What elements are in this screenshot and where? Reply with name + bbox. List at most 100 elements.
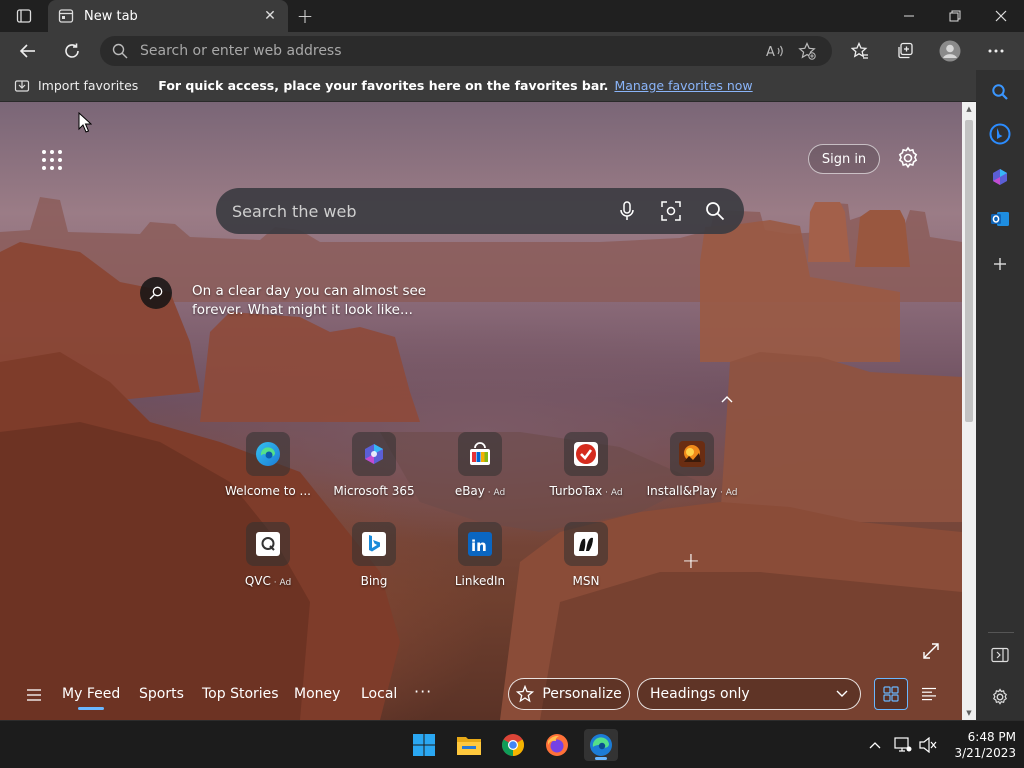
- scrollbar-thumb[interactable]: [965, 120, 973, 422]
- firefox-icon: [546, 734, 568, 756]
- browser-toolbar: Search or enter web address A: [0, 32, 1024, 70]
- clock-time: 6:48 PM: [967, 730, 1016, 744]
- refresh-button[interactable]: [57, 36, 87, 66]
- feed-tab-local[interactable]: Local: [361, 686, 397, 702]
- refresh-icon: [65, 43, 79, 58]
- minimize-icon: [904, 15, 914, 17]
- personalize-button[interactable]: Personalize: [508, 678, 630, 710]
- web-search-input[interactable]: Search the web: [232, 202, 596, 221]
- chevron-up-icon: [721, 396, 733, 403]
- clock-date: 3/21/2023: [954, 746, 1016, 760]
- microphone-icon[interactable]: [614, 198, 640, 224]
- close-window-button[interactable]: [978, 0, 1024, 32]
- sign-in-button[interactable]: Sign in: [808, 144, 880, 174]
- ebay-icon: [458, 432, 502, 476]
- hide-sidebar-button[interactable]: [986, 641, 1014, 669]
- feed-menu-button[interactable]: [26, 688, 42, 702]
- volume-button[interactable]: [918, 735, 938, 755]
- windows-start-icon: [413, 734, 435, 756]
- svg-text:in: in: [471, 537, 487, 555]
- search-icon: [992, 84, 1008, 100]
- restore-button[interactable]: [932, 0, 978, 32]
- profile-button[interactable]: [935, 36, 965, 66]
- quick-link-bing[interactable]: Bing: [322, 522, 426, 600]
- msn-icon: [564, 522, 608, 566]
- import-favorites-button[interactable]: Import favorites: [14, 78, 138, 94]
- taskbar-edge[interactable]: [584, 729, 618, 761]
- microsoft-365-icon: [352, 432, 396, 476]
- taskbar-chrome[interactable]: [496, 729, 530, 761]
- content-layout-select[interactable]: Headings only: [637, 678, 861, 710]
- list-view-icon: [922, 687, 936, 701]
- expand-icon: [923, 643, 939, 659]
- taskbar-file-explorer[interactable]: [452, 729, 486, 761]
- add-favorite-icon[interactable]: [794, 38, 820, 64]
- sidebar-bing-chat-button[interactable]: [986, 120, 1014, 148]
- hamburger-icon: [27, 689, 41, 701]
- quick-link-install-play[interactable]: Install&Play · Ad: [640, 432, 744, 510]
- quick-link-label: Install&Play: [646, 484, 718, 498]
- quick-link-microsoft-365[interactable]: Microsoft 365: [322, 432, 426, 510]
- quick-link-qvc[interactable]: QVC · Ad: [216, 522, 320, 600]
- quick-link-label: Welcome to ...: [224, 484, 311, 498]
- web-search-box[interactable]: Search the web: [216, 188, 744, 234]
- chevron-down-icon: [836, 690, 848, 697]
- show-hidden-icons-button[interactable]: [865, 735, 885, 755]
- sidebar-settings-button[interactable]: [986, 683, 1014, 711]
- sidebar-outlook-button[interactable]: [986, 205, 1014, 233]
- edge-sidebar: [976, 70, 1024, 720]
- favorites-button[interactable]: [845, 36, 875, 66]
- list-view-button[interactable]: [918, 682, 940, 706]
- back-button[interactable]: [13, 36, 43, 66]
- visual-search-icon[interactable]: [658, 198, 684, 224]
- collections-button[interactable]: [890, 36, 920, 66]
- address-bar[interactable]: Search or enter web address A: [100, 36, 832, 66]
- feed-tab-top-stories[interactable]: Top Stories: [202, 686, 279, 702]
- read-aloud-icon[interactable]: A: [762, 38, 788, 64]
- import-favorites-label: Import favorites: [38, 78, 139, 93]
- feed-tab-money[interactable]: Money: [294, 686, 340, 702]
- app-launcher-button[interactable]: [38, 146, 66, 174]
- manage-favorites-link[interactable]: Manage favorites now: [614, 78, 752, 93]
- new-tab-button[interactable]: +: [294, 4, 316, 28]
- scroll-up-arrow-icon[interactable]: ▲: [962, 102, 976, 116]
- tab-close-icon[interactable]: ✕: [262, 8, 278, 24]
- expand-background-button[interactable]: [922, 642, 940, 660]
- page-scrollbar[interactable]: ▲ ▼: [962, 102, 976, 720]
- quick-link-msn[interactable]: MSN: [534, 522, 638, 600]
- outlook-icon: [991, 212, 1009, 226]
- taskbar-clock[interactable]: 6:48 PM 3/21/2023: [944, 729, 1016, 761]
- tab-new-tab[interactable]: New tab ✕: [48, 0, 288, 32]
- sidebar-search-button[interactable]: [986, 78, 1014, 106]
- start-button[interactable]: [407, 729, 441, 761]
- sidebar-microsoft-365-button[interactable]: [986, 163, 1014, 191]
- quick-link-linkedin[interactable]: in LinkedIn: [428, 522, 532, 600]
- tab-actions-button[interactable]: [8, 6, 40, 26]
- bing-chat-icon: [989, 123, 1011, 145]
- quick-link-welcome[interactable]: Welcome to ...: [216, 432, 320, 510]
- content-layout-value: Headings only: [650, 686, 750, 702]
- quick-link-ebay[interactable]: eBay · Ad: [428, 432, 532, 510]
- address-input[interactable]: Search or enter web address: [140, 43, 756, 59]
- feed-tab-sports[interactable]: Sports: [139, 686, 184, 702]
- image-info-button[interactable]: [140, 277, 172, 309]
- grid-view-button[interactable]: [874, 678, 908, 710]
- page-settings-button[interactable]: [896, 146, 920, 170]
- add-quick-link-button[interactable]: +: [680, 549, 702, 574]
- settings-and-more-button[interactable]: [981, 36, 1011, 66]
- feed-more-button[interactable]: ···: [414, 682, 432, 701]
- quick-link-turbotax[interactable]: TurboTax · Ad: [534, 432, 638, 510]
- feed-tab-my-feed[interactable]: My Feed: [62, 686, 120, 710]
- search-icon[interactable]: [702, 198, 728, 224]
- network-status-button[interactable]: [893, 735, 913, 755]
- quick-link-ad-tag: · Ad: [602, 488, 623, 498]
- sidebar-add-button[interactable]: [986, 250, 1014, 278]
- hide-sidebar-icon: [991, 647, 1009, 663]
- quick-link-ad-tag: · Ad: [484, 488, 506, 498]
- taskbar-firefox[interactable]: [540, 729, 574, 761]
- scroll-down-arrow-icon[interactable]: ▼: [962, 706, 976, 720]
- collapse-quick-links-button[interactable]: [718, 392, 736, 406]
- gear-icon: [993, 688, 1007, 705]
- minimize-button[interactable]: [886, 0, 932, 32]
- background-caption[interactable]: On a clear day you can almost see foreve…: [192, 282, 432, 320]
